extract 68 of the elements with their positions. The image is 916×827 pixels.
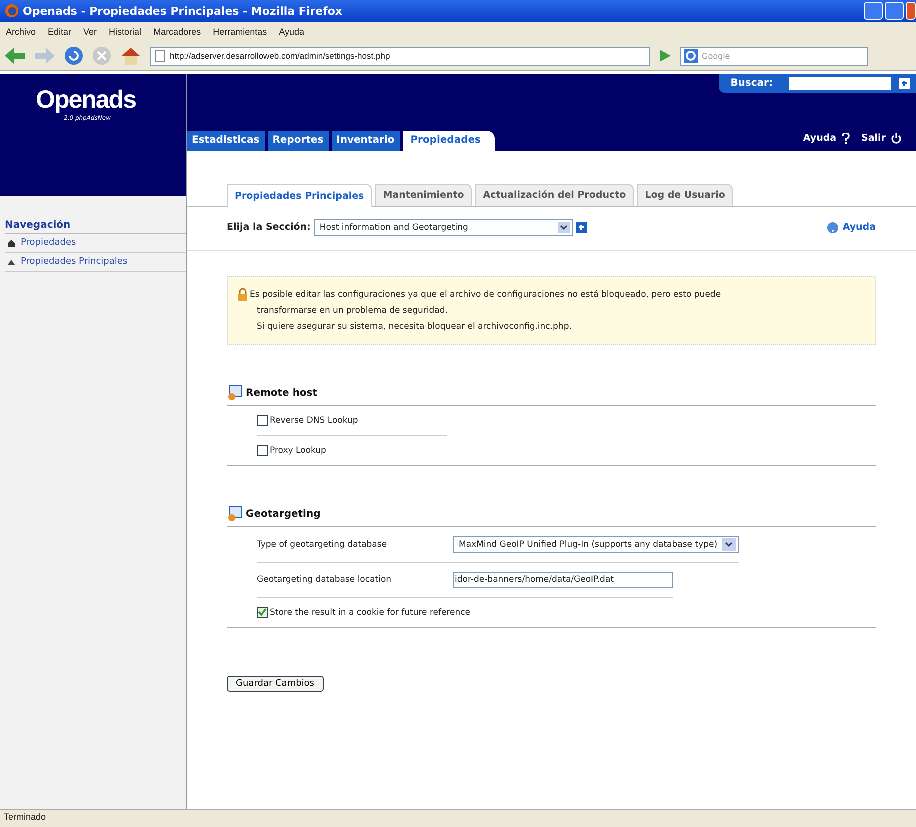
maximize-button[interactable] — [885, 2, 904, 20]
sidebar-item[interactable]: Propiedades Principales — [5, 253, 186, 272]
menu-item[interactable]: Ver — [84, 27, 98, 37]
help-link[interactable]: Ayuda — [803, 133, 850, 144]
help-circle-icon — [826, 222, 839, 234]
checkbox-label: Reverse DNS Lookup — [270, 416, 358, 426]
main-tab[interactable]: Reportes — [268, 131, 329, 151]
page-icon — [155, 50, 165, 62]
notice-text: Es posible editar las configuraciones ya que el archivo de configuraciones no está bloqueado, pero esto puede — [250, 289, 722, 302]
window-title: Openads - Propiedades Principales - Mozilla Firefox — [23, 4, 344, 18]
logout-link[interactable]: Salir — [862, 133, 902, 144]
power-icon — [891, 133, 902, 144]
caret-up-icon — [8, 260, 15, 264]
house-icon — [8, 240, 15, 246]
forward-arrow-icon — [34, 47, 56, 65]
section-dropdown[interactable]: Host information and Geotargeting — [314, 219, 573, 236]
settings-window-icon — [227, 385, 243, 401]
menu-item[interactable]: Historial — [109, 27, 142, 37]
go-icon — [658, 49, 672, 63]
minimize-button[interactable] — [864, 2, 883, 20]
save-button[interactable]: Guardar Cambios — [227, 676, 324, 692]
firefox-icon — [5, 4, 19, 18]
main-tab[interactable]: Propiedades — [402, 131, 495, 151]
section-label: Elija la Sección: — [227, 222, 311, 233]
back-arrow-icon — [4, 47, 26, 65]
menu-item[interactable]: Archivo — [6, 27, 36, 37]
checkbox[interactable] — [257, 415, 268, 426]
main-tab[interactable]: Estadisticas — [187, 131, 265, 151]
dropdown-arrow-icon — [558, 222, 570, 233]
section-heading: Remote host — [246, 388, 318, 398]
search-field[interactable] — [789, 77, 891, 90]
database-location-field[interactable]: idor-de-banners/home/data/GeoIP.dat — [453, 572, 673, 588]
reload-icon — [64, 46, 84, 66]
field-label: Type of geotargeting database — [257, 540, 388, 550]
sub-tab[interactable]: Propiedades Principales — [227, 184, 372, 207]
help-link[interactable]: Ayuda — [826, 222, 876, 234]
main-tab[interactable]: Inventario — [332, 131, 400, 151]
status-bar-text: Terminado — [0, 809, 916, 827]
search-label: Buscar: — [730, 78, 773, 89]
sub-tab[interactable]: Actualización del Producto — [475, 184, 634, 206]
search-go-icon — [899, 78, 910, 89]
question-mark-icon — [842, 133, 850, 144]
section-heading: Geotargeting — [246, 508, 321, 520]
logo-text: Openads — [36, 86, 137, 115]
menu-item[interactable]: Herramientas — [213, 27, 268, 37]
home-icon — [120, 46, 142, 66]
padlock-icon — [238, 288, 248, 301]
checkbox-label: Proxy Lookup — [270, 446, 326, 456]
menu-item[interactable]: Marcadores — [154, 27, 202, 37]
stop-icon — [92, 46, 112, 66]
sub-tab[interactable]: Mantenimiento — [375, 184, 472, 206]
close-button[interactable] — [906, 2, 916, 20]
address-field[interactable]: http://adserver.desarrolloweb.com/admin/settings-host.php — [150, 46, 650, 66]
checkmark-icon — [258, 608, 267, 617]
go-square-icon — [576, 222, 587, 233]
settings-window-icon — [227, 506, 243, 522]
notice-text: Si quiere asegurar su sistema, necesita bloquear el archivoconfig.inc.php. — [256, 321, 573, 334]
sidebar-item[interactable]: Propiedades — [5, 234, 186, 253]
notice-text: transformarse en un problema de seguridad. — [256, 305, 449, 318]
menu-item[interactable]: Ayuda — [279, 27, 304, 37]
checkbox[interactable] — [257, 607, 268, 618]
database-type-dropdown[interactable]: MaxMind GeoIP Unified Plug-In (supports any database type) — [453, 536, 739, 553]
checkbox[interactable] — [257, 445, 268, 456]
sub-tab[interactable]: Log de Usuario — [637, 184, 734, 206]
menu-item[interactable]: Editar — [48, 27, 72, 37]
field-label: Geotargeting database location — [257, 575, 393, 585]
navigation-heading: Navegación — [5, 220, 186, 234]
checkbox-label: Store the result in a cookie for future reference — [270, 608, 471, 618]
